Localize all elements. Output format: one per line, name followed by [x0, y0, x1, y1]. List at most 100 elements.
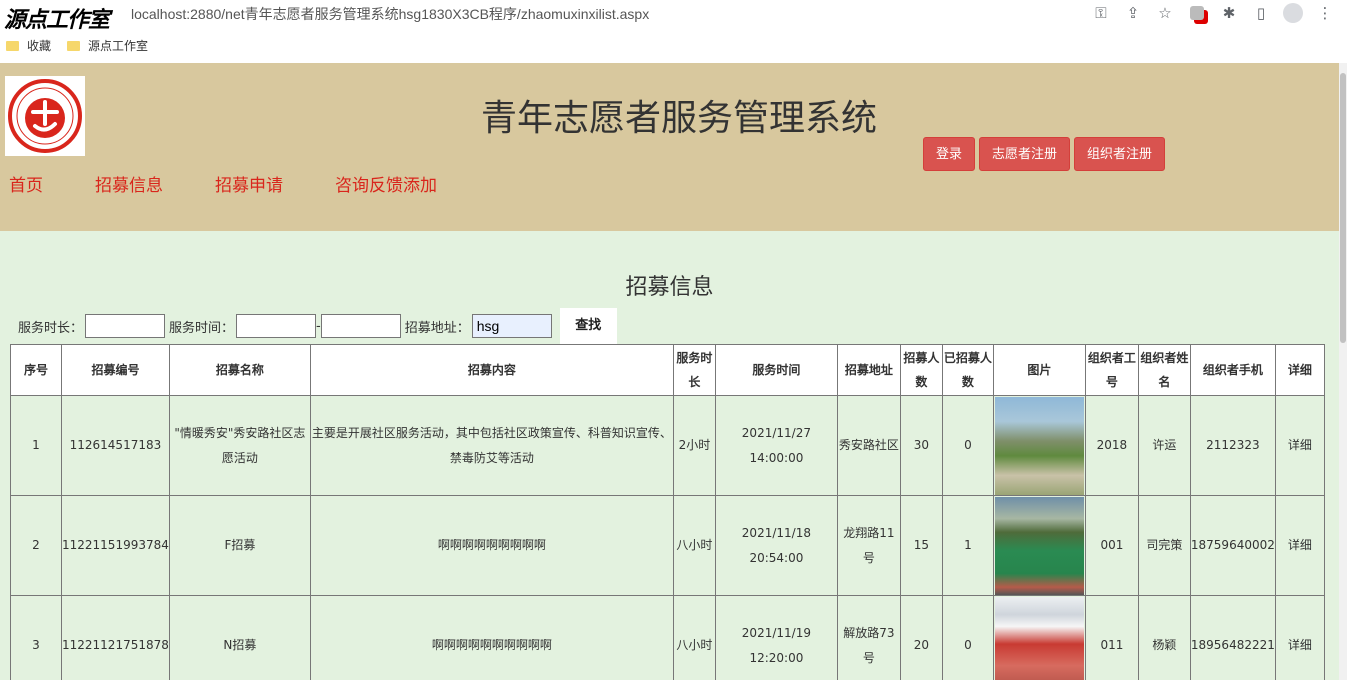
find-button[interactable]: 查找 [559, 308, 617, 344]
col-header: 详细 [1274, 344, 1325, 396]
table-header-row: 序号 招募编号 招募名称 招募内容 服务时长 服务时间 招募地址 招募人数 已招… [10, 344, 1325, 396]
cell-recruited: 1 [941, 495, 994, 596]
cell-time: 2021/11/18 20:54:00 [714, 495, 838, 596]
bookmark-item[interactable]: 源点工作室 [67, 37, 148, 54]
cell-name: "情暖秀安"秀安路社区志愿活动 [168, 395, 311, 496]
search-form: 服务时长： 服务时间： - 招募地址： 查找 [18, 308, 617, 344]
hall-stage-photo [994, 596, 1084, 680]
cell-duration: 2小时 [672, 395, 716, 496]
cell-duration: 八小时 [672, 495, 716, 596]
main-nav: 首页 招募信息 招募申请 咨询反馈添加 [9, 171, 489, 196]
menu-kebab-icon[interactable]: ⋮ [1309, 2, 1341, 24]
extension-badge-icon[interactable] [1181, 2, 1213, 24]
duration-input[interactable] [85, 314, 166, 338]
address-input[interactable] [471, 314, 552, 338]
col-header: 招募内容 [309, 344, 674, 396]
cell-address: 秀安路社区 [836, 395, 901, 496]
cell-image [992, 495, 1086, 596]
bookmarks-bar: 收藏 源点工作室 [0, 33, 1347, 57]
cell-code: 11221151993784 [61, 495, 170, 596]
cell-org-phone: 18759640002 [1189, 495, 1276, 596]
cell-recruited: 0 [941, 595, 994, 680]
time-label: 服务时间： [169, 320, 235, 336]
col-header: 组织者工号 [1084, 344, 1139, 396]
col-header: 服务时长 [672, 344, 716, 396]
cell-code: 112614517183 [61, 395, 170, 496]
cell-time: 2021/11/27 14:00:00 [714, 395, 838, 496]
cell-org-name: 杨颖 [1137, 595, 1191, 680]
cell-no: 1 [10, 395, 62, 496]
puzzle-icon[interactable]: ✱ [1213, 2, 1245, 24]
cell-content: 啊啊啊啊啊啊啊啊啊啊 [309, 595, 674, 680]
cell-content: 主要是开展社区服务活动，其中包括社区政策宣传、科普知识宣传、禁毒防艾等活动 [309, 395, 674, 496]
bookmark-item[interactable]: 收藏 [6, 37, 51, 54]
section-title: 招募信息 [625, 275, 714, 300]
watermark-text: 源点工作室 [4, 7, 110, 33]
cell-duration: 八小时 [672, 595, 716, 680]
star-icon[interactable]: ☆ [1149, 2, 1181, 24]
auth-buttons: 登录 志愿者注册 组织者注册 [923, 137, 1166, 171]
nav-recruit-apply[interactable]: 招募申请 [215, 171, 283, 196]
col-header: 招募编号 [61, 344, 170, 396]
login-button[interactable]: 登录 [923, 137, 976, 171]
browser-address-bar: 源点工作室 localhost:2880/net青年志愿者服务管理系统hsg18… [0, 0, 1347, 33]
volunteer-register-button[interactable]: 志愿者注册 [979, 137, 1071, 171]
cell-quota: 20 [899, 595, 943, 680]
organizer-register-button[interactable]: 组织者注册 [1074, 137, 1166, 171]
cell-org-name: 司完策 [1137, 495, 1191, 596]
cell-quota: 30 [899, 395, 943, 496]
green-court-photo [994, 496, 1084, 595]
cell-name: F招募 [168, 495, 311, 596]
scroll-thumb[interactable] [1340, 73, 1346, 343]
folder-icon [67, 41, 81, 51]
recruit-table: 序号 招募编号 招募名称 招募内容 服务时长 服务时间 招募地址 招募人数 已招… [10, 344, 1325, 680]
cell-address: 解放路73号 [836, 595, 901, 680]
cell-image [992, 595, 1086, 680]
page-content: 青年志愿者服务管理系统 首页 招募信息 招募申请 咨询反馈添加 登录 志愿者注册… [0, 63, 1339, 680]
logo [5, 76, 85, 156]
cell-org-name: 许运 [1137, 395, 1191, 496]
share-icon[interactable]: ⇪ [1117, 2, 1149, 24]
cell-org-id: 2018 [1084, 395, 1139, 496]
col-header: 序号 [10, 344, 62, 396]
table-row: 3 11221121751878 N招募 啊啊啊啊啊啊啊啊啊啊 八小时 2021… [10, 595, 1325, 680]
time-to-input[interactable] [320, 314, 401, 338]
col-header: 组织者姓名 [1137, 344, 1191, 396]
cell-address: 龙翔路11号 [836, 495, 901, 596]
community-garden-photo [994, 396, 1084, 495]
col-header: 招募人数 [899, 344, 943, 396]
nav-recruit-info[interactable]: 招募信息 [95, 171, 163, 196]
cell-org-phone: 2112323 [1189, 395, 1276, 496]
cell-no: 3 [10, 595, 62, 680]
col-header: 组织者手机 [1189, 344, 1276, 396]
key-icon[interactable]: ⚿ [1085, 2, 1117, 24]
cell-content: 啊啊啊啊啊啊啊啊啊 [309, 495, 674, 596]
col-header: 图片 [992, 344, 1086, 396]
cell-name: N招募 [168, 595, 311, 680]
cell-code: 11221121751878 [61, 595, 170, 680]
cell-org-id: 011 [1084, 595, 1139, 680]
cell-image [992, 395, 1086, 496]
sidebar-icon[interactable]: ▯ [1245, 2, 1277, 24]
time-from-input[interactable] [236, 314, 317, 338]
nav-home[interactable]: 首页 [9, 171, 43, 196]
url-text[interactable]: localhost:2880/net青年志愿者服务管理系统hsg1830X3CB… [131, 4, 649, 24]
folder-icon [6, 41, 19, 51]
cell-recruited: 0 [941, 395, 994, 496]
cell-org-id: 001 [1084, 495, 1139, 596]
cell-time: 2021/11/19 12:20:00 [714, 595, 838, 680]
detail-link[interactable]: 详细 [1274, 495, 1325, 596]
detail-link[interactable]: 详细 [1274, 395, 1325, 496]
profile-icon[interactable] [1277, 2, 1309, 24]
page-scrollbar[interactable] [1339, 63, 1347, 680]
table-row: 2 11221151993784 F招募 啊啊啊啊啊啊啊啊啊 八小时 2021/… [10, 495, 1325, 596]
col-header: 招募名称 [168, 344, 311, 396]
duration-label: 服务时长： [18, 320, 84, 336]
detail-link[interactable]: 详细 [1274, 595, 1325, 680]
col-header: 已招募人数 [941, 344, 994, 396]
nav-feedback-add[interactable]: 咨询反馈添加 [335, 171, 437, 196]
table-row: 1 112614517183 "情暖秀安"秀安路社区志愿活动 主要是开展社区服务… [10, 395, 1325, 496]
site-title: 青年志愿者服务管理系统 [481, 98, 878, 139]
col-header: 服务时间 [714, 344, 838, 396]
cell-org-phone: 18956482221 [1189, 595, 1276, 680]
